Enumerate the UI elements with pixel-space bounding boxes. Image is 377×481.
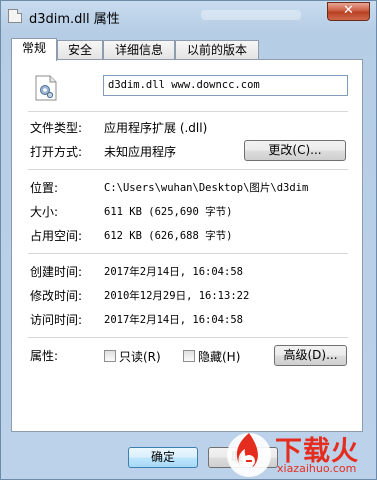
tab-security[interactable]: 安全 [57,40,103,59]
created-value: 2017年2月14日, 16:04:58 [104,266,243,278]
file-name-field[interactable]: d3dim.dll www.downcc.com [103,75,348,96]
accessed-value: 2017年2月14日, 16:04:58 [104,314,243,326]
open-with-value: 未知应用程序 [104,145,177,159]
close-icon: ✕ [343,3,354,18]
size-label: 大小: [30,205,59,219]
separator [28,169,348,170]
location-label: 位置: [30,181,59,195]
disk-size-label: 占用空间: [30,229,83,243]
separator [28,111,348,112]
window-title: d3dim.dll 属性 [29,12,120,27]
accessed-label: 访问时间: [30,313,83,327]
ok-button[interactable]: 确定 [128,447,198,468]
modified-label: 修改时间: [30,289,83,303]
watermark-site: xiazaihuo.com [277,462,357,475]
tab-details[interactable]: 详细信息 [103,40,175,59]
open-with-label: 打开方式: [30,145,83,159]
file-type-value: 应用程序扩展 (.dll) [104,121,208,135]
properties-window: d3dim.dll 属性 ✕ 常规 安全 详细信息 以前的版本 d3dim.dl… [0,0,377,480]
separator [28,253,348,254]
hidden-label[interactable]: 隐藏(H) [198,348,240,365]
readonly-checkbox[interactable] [104,350,116,362]
dll-file-icon [35,75,57,101]
attributes-label: 属性: [30,349,59,363]
file-icon [8,9,22,23]
title-bar[interactable]: d3dim.dll 属性 ✕ [1,1,376,31]
general-panel [11,59,363,432]
readonly-label[interactable]: 只读(R) [119,348,161,365]
modified-value: 2010年12月29日, 16:13:22 [104,290,250,302]
change-button[interactable]: 更改(C)... [244,140,346,161]
advanced-button[interactable]: 高级(D)... [274,345,347,366]
close-button[interactable]: ✕ [327,2,370,21]
hidden-checkbox[interactable] [183,350,195,362]
title-bar-blur [201,10,301,20]
location-value: C:\Users\wuhan\Desktop\图片\d3dim [104,182,309,194]
size-value: 611 KB (625,690 字节) [104,206,233,218]
tab-general[interactable]: 常规 [11,38,57,61]
file-type-label: 文件类型: [30,121,83,135]
tab-previous-versions[interactable]: 以前的版本 [175,40,259,59]
disk-size-value: 612 KB (626,688 字节) [104,230,233,242]
created-label: 创建时间: [30,265,83,279]
separator [28,337,348,338]
